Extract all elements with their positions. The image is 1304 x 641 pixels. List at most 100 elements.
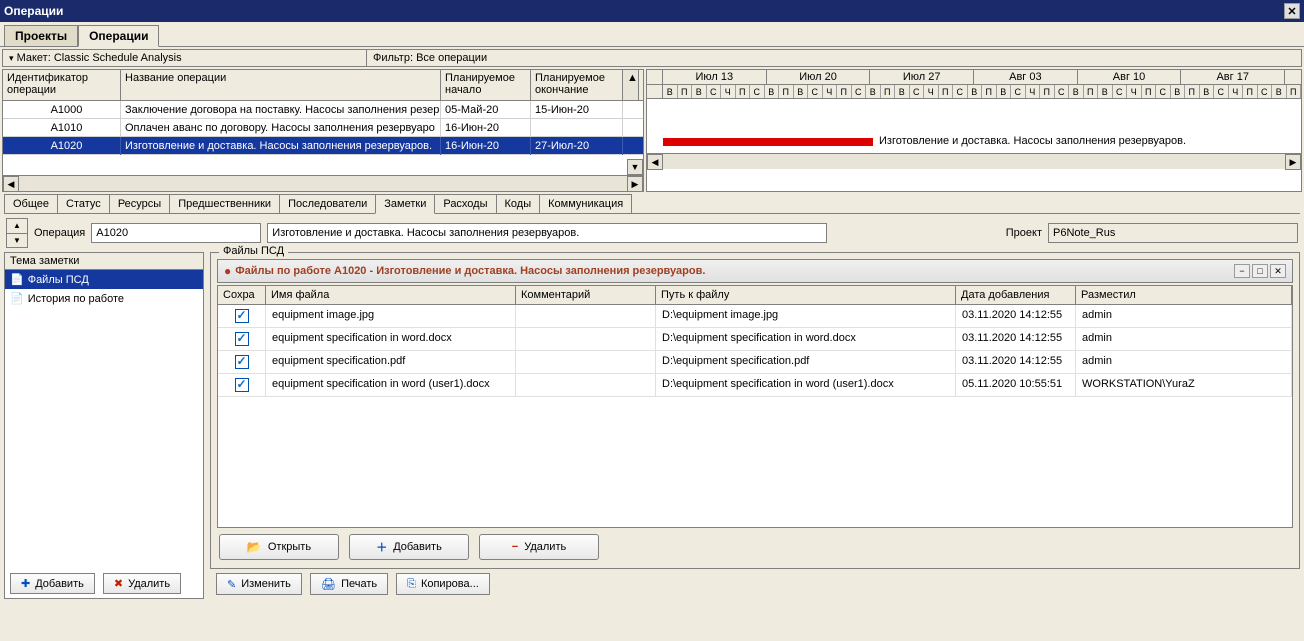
day-col: П — [1243, 85, 1258, 98]
day-col: П — [1084, 85, 1099, 98]
stepper-down-icon[interactable]: ▼ — [7, 234, 27, 248]
operation-name-field[interactable] — [267, 223, 827, 243]
scroll-left-icon[interactable]: ◀ — [647, 154, 663, 170]
cell-user: admin — [1076, 351, 1292, 373]
checkbox[interactable] — [235, 355, 249, 369]
timeline-days: ВПВСЧПСВПВСЧПСВПВСЧПСВПВСЧПСВПВСЧПСВПВСЧ… — [647, 85, 1301, 99]
scroll-up-icon[interactable]: ▲ — [623, 70, 639, 100]
copy-icon — [407, 578, 416, 591]
file-row[interactable]: equipment specification in word (user1).… — [218, 374, 1292, 397]
note-toolbar: Изменить Печать Копирова... — [216, 573, 1294, 595]
day-col: П — [779, 85, 794, 98]
col-id[interactable]: Идентификатор операции — [3, 70, 121, 100]
col-saved[interactable]: Сохра — [218, 286, 266, 304]
day-col: П — [939, 85, 954, 98]
col-user[interactable]: Разместил — [1076, 286, 1292, 304]
col-end[interactable]: Планируемое окончание — [531, 70, 623, 100]
delete-file-button[interactable]: Удалить — [479, 534, 599, 560]
table-row[interactable]: A1000 Заключение договора на поставку. Н… — [3, 101, 643, 119]
col-filename[interactable]: Имя файла — [266, 286, 516, 304]
cell-end: 15-Июн-20 — [531, 101, 623, 119]
day-col: В — [895, 85, 910, 98]
cell-date: 05.11.2020 10:55:51 — [956, 374, 1076, 396]
col-comment[interactable]: Комментарий — [516, 286, 656, 304]
scroll-track[interactable] — [19, 176, 627, 191]
close-panel-icon[interactable]: ✕ — [1270, 264, 1286, 278]
tab-communication[interactable]: Коммуникация — [539, 194, 632, 213]
col-start[interactable]: Планируемое начало — [441, 70, 531, 100]
tab-notes[interactable]: Заметки — [375, 194, 435, 214]
grid-hscrollbar[interactable]: ◀ ▶ — [3, 175, 643, 191]
tab-projects[interactable]: Проекты — [4, 25, 78, 46]
tab-codes[interactable]: Коды — [496, 194, 541, 213]
checkbox[interactable] — [235, 378, 249, 392]
tab-predecessors[interactable]: Предшественники — [169, 194, 280, 213]
tab-operations[interactable]: Операции — [78, 25, 159, 47]
close-icon[interactable]: ✕ — [1284, 3, 1300, 19]
note-topic-item[interactable]: История по работе — [5, 289, 203, 308]
detail-tabstrip: Общее Статус Ресурсы Предшественники Пос… — [4, 194, 1300, 214]
stepper-up-icon[interactable]: ▲ — [7, 219, 27, 234]
table-row[interactable]: A1020 Изготовление и доставка. Насосы за… — [3, 137, 643, 155]
gantt-hscrollbar[interactable]: ◀ ▶ — [647, 153, 1301, 169]
copy-button[interactable]: Копирова... — [396, 573, 490, 595]
maximize-icon[interactable]: □ — [1252, 264, 1268, 278]
cell-start: 16-Июн-20 — [441, 137, 531, 155]
open-button[interactable]: Открыть — [219, 534, 339, 560]
checkbox[interactable] — [235, 309, 249, 323]
gantt-chart: Июл 13 Июл 20 Июл 27 Авг 03 Авг 10 Авг 1… — [646, 69, 1302, 192]
day-col: С — [1156, 85, 1171, 98]
col-date[interactable]: Дата добавления — [956, 286, 1076, 304]
scroll-down-icon[interactable]: ▼ — [627, 159, 643, 175]
gantt-bar[interactable] — [663, 138, 873, 146]
tab-successors[interactable]: Последователи — [279, 194, 376, 213]
minimize-icon[interactable]: − — [1234, 264, 1250, 278]
button-label: Печать — [341, 578, 377, 590]
layout-dropdown-label: Макет: Classic Schedule Analysis — [17, 52, 182, 64]
day-col: П — [837, 85, 852, 98]
file-row[interactable]: equipment specification in word.docxD:\e… — [218, 328, 1292, 351]
day-col: В — [1098, 85, 1113, 98]
col-name[interactable]: Название операции — [121, 70, 441, 100]
day-col: В — [997, 85, 1012, 98]
file-row[interactable]: equipment image.jpgD:\equipment image.jp… — [218, 305, 1292, 328]
scroll-right-icon[interactable]: ▶ — [627, 176, 643, 192]
note-topic-item[interactable]: Файлы ПСД — [5, 270, 203, 289]
day-col: В — [968, 85, 983, 98]
delete-topic-button[interactable]: Удалить — [103, 573, 181, 594]
cell-comment — [516, 305, 656, 327]
files-table: Сохра Имя файла Комментарий Путь к файлу… — [217, 285, 1293, 528]
table-row[interactable]: A1010 Оплачен аванс по договору. Насосы … — [3, 119, 643, 137]
day-col: С — [1214, 85, 1229, 98]
print-button[interactable]: Печать — [310, 573, 388, 595]
layout-dropdown[interactable]: ▾ Макет: Classic Schedule Analysis — [3, 50, 367, 66]
tab-resources[interactable]: Ресурсы — [109, 194, 170, 213]
cell-path: D:\equipment specification.pdf — [656, 351, 956, 373]
minus-icon — [512, 541, 518, 553]
scroll-track[interactable] — [663, 154, 1285, 169]
tab-general[interactable]: Общее — [4, 194, 58, 213]
tab-status[interactable]: Статус — [57, 194, 110, 213]
cell-user: WORKSTATION\YuraZ — [1076, 374, 1292, 396]
scroll-right-icon[interactable]: ▶ — [1285, 154, 1301, 170]
add-file-button[interactable]: Добавить — [349, 534, 469, 560]
note-topic-header: Тема заметки — [5, 253, 203, 270]
edit-button[interactable]: Изменить — [216, 573, 302, 595]
day-col: П — [1185, 85, 1200, 98]
add-topic-button[interactable]: Добавить — [10, 573, 95, 594]
button-label: Копирова... — [421, 578, 479, 590]
cell-comment — [516, 351, 656, 373]
button-label: Добавить — [393, 541, 442, 553]
day-col: П — [678, 85, 693, 98]
record-stepper[interactable]: ▲ ▼ — [6, 218, 28, 248]
gantt-body[interactable]: Изготовление и доставка. Насосы заполнен… — [647, 99, 1301, 153]
tab-expenses[interactable]: Расходы — [434, 194, 496, 213]
operation-id-field[interactable] — [91, 223, 261, 243]
checkbox[interactable] — [235, 332, 249, 346]
scroll-left-icon[interactable]: ◀ — [3, 176, 19, 192]
day-col: В — [794, 85, 809, 98]
filter-display[interactable]: Фильтр: Все операции — [367, 50, 1301, 66]
col-path[interactable]: Путь к файлу — [656, 286, 956, 304]
cell-id: A1010 — [13, 119, 121, 137]
file-row[interactable]: equipment specification.pdfD:\equipment … — [218, 351, 1292, 374]
